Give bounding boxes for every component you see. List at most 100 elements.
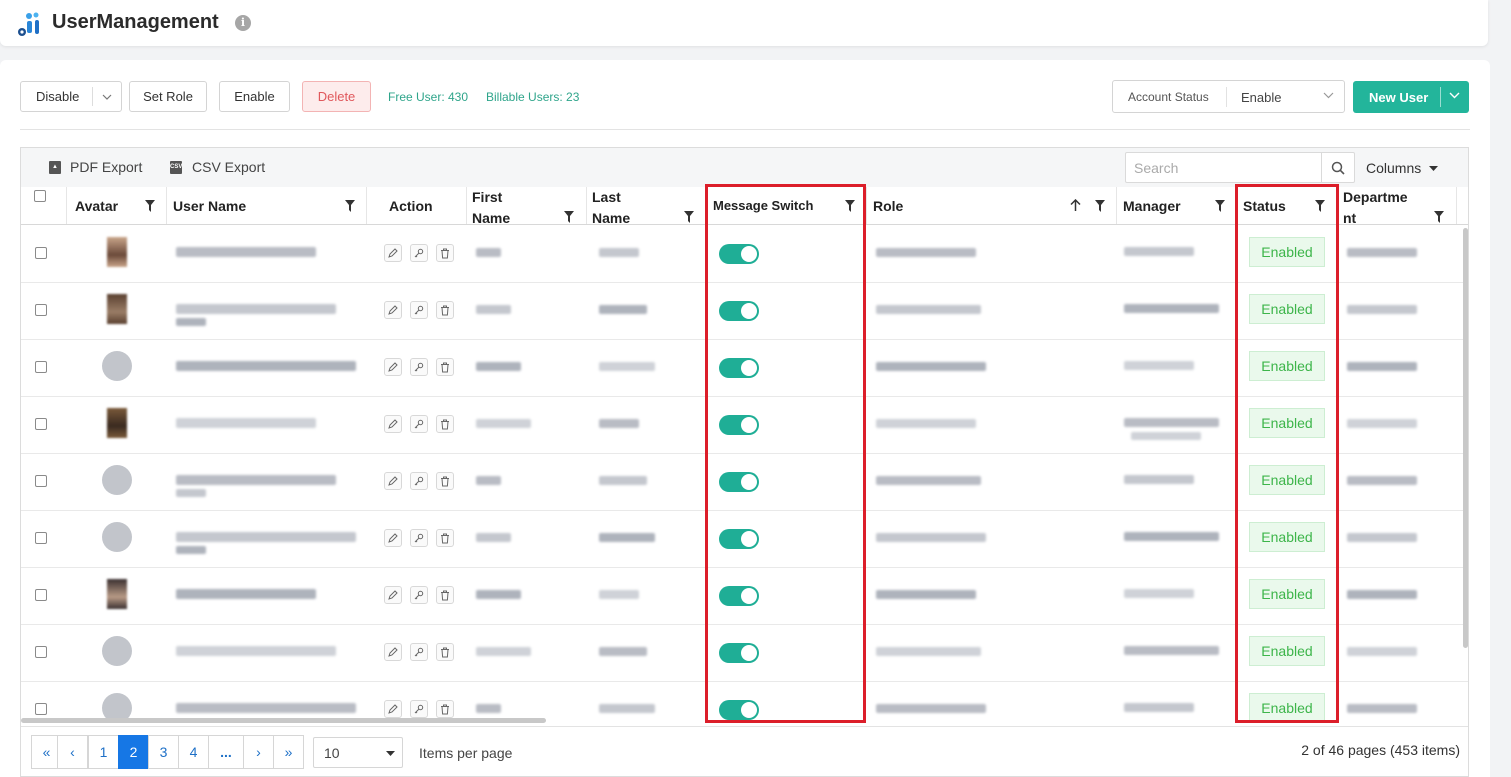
column-header-last-name[interactable]: Last Name [587,187,707,226]
filter-icon[interactable] [684,211,694,223]
table-row[interactable]: Enabled [21,567,1468,625]
filter-icon[interactable] [1095,200,1105,212]
message-switch-toggle[interactable] [719,586,759,606]
filter-icon[interactable] [845,200,855,212]
caret-down-icon[interactable] [1429,166,1438,171]
key-icon[interactable] [410,700,428,718]
table-row[interactable]: Enabled [21,510,1468,568]
column-header-manager[interactable]: Manager [1117,187,1237,224]
row-checkbox[interactable] [35,475,47,487]
filter-icon[interactable] [1434,211,1444,223]
key-icon[interactable] [410,415,428,433]
row-checkbox[interactable] [35,703,47,715]
next-page-button[interactable]: › [243,735,274,769]
column-header-first-name[interactable]: First Name [467,187,587,226]
table-row[interactable]: Enabled [21,339,1468,397]
row-checkbox[interactable] [35,418,47,430]
message-switch-toggle[interactable] [719,301,759,321]
column-header-user-name[interactable]: User Name [167,187,367,224]
edit-icon[interactable] [384,358,402,376]
page-button[interactable]: 3 [148,735,179,769]
info-icon[interactable]: i [235,15,251,31]
message-switch-toggle[interactable] [719,244,759,264]
enable-button[interactable]: Enable [219,81,290,112]
column-header-role[interactable]: Role [867,187,1117,224]
delete-icon[interactable] [436,472,454,490]
column-header-avatar[interactable]: Avatar [67,187,167,224]
column-header-department[interactable]: Departme nt [1337,187,1457,226]
filter-icon[interactable] [1315,200,1325,212]
column-header-status[interactable]: Status [1237,187,1337,224]
edit-icon[interactable] [384,415,402,433]
page-button-current[interactable]: 2 [118,735,149,769]
column-header-message-switch[interactable]: Message Switch [707,187,867,224]
filter-icon[interactable] [145,200,155,212]
key-icon[interactable] [410,529,428,547]
table-row[interactable]: Enabled [21,282,1468,340]
page-button[interactable]: 4 [178,735,209,769]
chevron-down-icon[interactable] [1449,92,1460,99]
delete-icon[interactable] [436,301,454,319]
delete-icon[interactable] [436,529,454,547]
delete-icon[interactable] [436,586,454,604]
table-row[interactable]: Enabled [21,396,1468,454]
edit-icon[interactable] [384,301,402,319]
new-user-button[interactable]: New User [1369,90,1428,105]
horizontal-scrollbar[interactable] [21,718,546,723]
edit-icon[interactable] [384,643,402,661]
filter-icon[interactable] [564,211,574,223]
chevron-down-icon[interactable] [92,87,121,106]
delete-icon[interactable] [436,244,454,262]
message-switch-toggle[interactable] [719,529,759,549]
key-icon[interactable] [410,472,428,490]
new-user-split-button[interactable]: New User [1353,81,1469,113]
table-row[interactable]: Enabled [21,624,1468,682]
message-switch-toggle[interactable] [719,472,759,492]
page-button-ellipsis[interactable]: ... [208,735,244,769]
edit-icon[interactable] [384,700,402,718]
columns-button[interactable]: Columns [1366,160,1421,176]
delete-button[interactable]: Delete [302,81,371,112]
edit-icon[interactable] [384,529,402,547]
filter-icon[interactable] [1215,200,1225,212]
delete-icon[interactable] [436,415,454,433]
row-checkbox[interactable] [35,304,47,316]
filter-icon[interactable] [345,200,355,212]
delete-icon[interactable] [436,700,454,718]
last-page-button[interactable]: » [273,735,304,769]
row-checkbox[interactable] [35,361,47,373]
key-icon[interactable] [410,643,428,661]
select-all-checkbox[interactable] [34,190,46,202]
message-switch-toggle[interactable] [719,415,759,435]
delete-icon[interactable] [436,358,454,376]
edit-icon[interactable] [384,586,402,604]
search-icon[interactable] [1321,153,1354,182]
set-role-button[interactable]: Set Role [129,81,207,112]
row-checkbox[interactable] [35,247,47,259]
message-switch-toggle[interactable] [719,358,759,378]
edit-icon[interactable] [384,472,402,490]
vertical-scrollbar[interactable] [1463,228,1468,648]
search-input[interactable] [1126,153,1322,182]
row-checkbox[interactable] [35,646,47,658]
edit-icon[interactable] [384,244,402,262]
row-checkbox[interactable] [35,532,47,544]
disable-split-button[interactable]: Disable [20,81,122,112]
key-icon[interactable] [410,586,428,604]
account-status-filter[interactable]: Account Status Enable [1112,80,1345,113]
sort-ascending-icon[interactable] [1070,199,1081,212]
key-icon[interactable] [410,301,428,319]
pdf-export-button[interactable]: PDF Export [70,159,142,175]
page-button[interactable]: 1 [88,735,119,769]
row-checkbox[interactable] [35,589,47,601]
message-switch-toggle[interactable] [719,643,759,663]
key-icon[interactable] [410,358,428,376]
table-row[interactable]: Enabled [21,225,1468,283]
table-row[interactable]: Enabled [21,453,1468,511]
delete-icon[interactable] [436,643,454,661]
page-size-select[interactable]: 10 [313,737,403,768]
message-switch-toggle[interactable] [719,700,759,720]
csv-export-button[interactable]: CSV Export [192,159,265,175]
prev-page-button[interactable]: ‹ [57,735,88,769]
key-icon[interactable] [410,244,428,262]
